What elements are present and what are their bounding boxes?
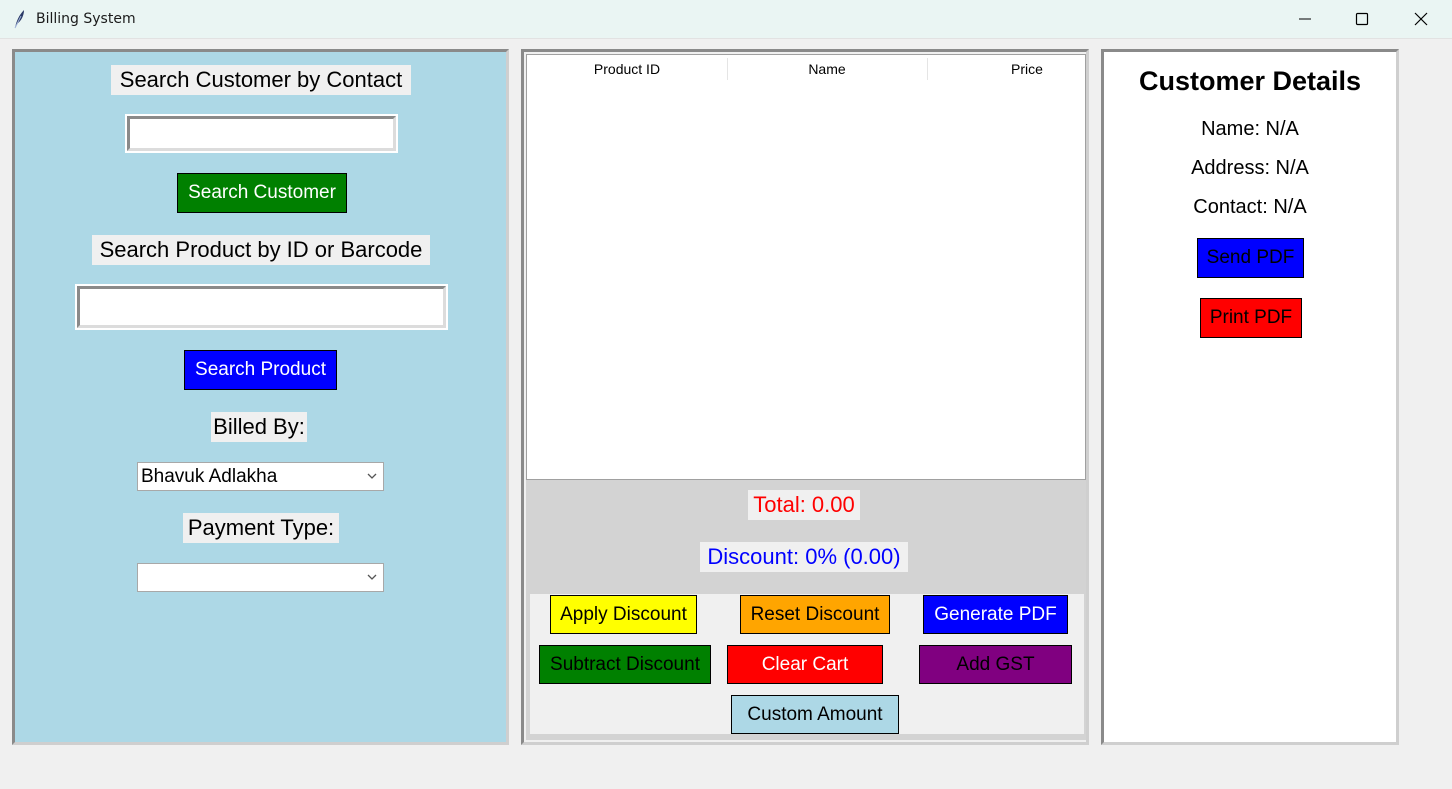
product-search-label: Search Product by ID or Barcode bbox=[92, 235, 430, 265]
contact-search-input[interactable] bbox=[125, 114, 398, 153]
minimize-icon bbox=[1299, 18, 1311, 20]
search-customer-button[interactable]: Search Customer bbox=[177, 173, 347, 213]
total-label: Total: 0.00 bbox=[748, 490, 860, 520]
minimize-button[interactable] bbox=[1276, 0, 1334, 38]
search-product-button[interactable]: Search Product bbox=[184, 350, 337, 390]
payment-type-label: Payment Type: bbox=[183, 513, 339, 543]
column-header-product-id[interactable]: Product ID bbox=[527, 61, 727, 77]
action-buttons: Apply Discount Reset Discount Generate P… bbox=[530, 594, 1084, 734]
maximize-button[interactable] bbox=[1333, 0, 1391, 38]
discount-label: Discount: 0% (0.00) bbox=[700, 542, 908, 572]
chevron-down-icon bbox=[367, 574, 377, 580]
generate-pdf-button[interactable]: Generate PDF bbox=[923, 595, 1068, 634]
title-bar: Billing System bbox=[0, 0, 1452, 39]
billed-by-value: Bhavuk Adlakha bbox=[141, 466, 278, 487]
cart-panel: Product ID Name Price Total: 0.00 Discou… bbox=[521, 49, 1089, 745]
clear-cart-button[interactable]: Clear Cart bbox=[727, 645, 883, 684]
close-icon bbox=[1414, 12, 1428, 26]
send-pdf-button[interactable]: Send PDF bbox=[1197, 238, 1304, 278]
customer-details-heading: Customer Details bbox=[1138, 66, 1362, 96]
customer-name: Name: N/A bbox=[1201, 118, 1299, 140]
subtract-discount-button[interactable]: Subtract Discount bbox=[539, 645, 711, 684]
reset-discount-button[interactable]: Reset Discount bbox=[740, 595, 890, 634]
search-panel: Search Customer by Contact Search Custom… bbox=[12, 49, 509, 745]
customer-details-panel: Customer Details Name: N/A Address: N/A … bbox=[1101, 49, 1399, 745]
feather-icon bbox=[14, 10, 24, 29]
column-header-price[interactable]: Price bbox=[927, 61, 1127, 77]
billed-by-label: Billed By: bbox=[211, 412, 307, 442]
totals-area: Total: 0.00 Discount: 0% (0.00) Apply Di… bbox=[526, 480, 1086, 740]
close-button[interactable] bbox=[1392, 0, 1450, 38]
print-pdf-button[interactable]: Print PDF bbox=[1200, 298, 1302, 338]
add-gst-button[interactable]: Add GST bbox=[919, 645, 1072, 684]
chevron-down-icon bbox=[367, 473, 377, 479]
billed-by-dropdown[interactable]: Bhavuk Adlakha bbox=[137, 462, 384, 491]
custom-amount-button[interactable]: Custom Amount bbox=[731, 695, 899, 734]
cart-table[interactable]: Product ID Name Price bbox=[526, 54, 1086, 480]
apply-discount-button[interactable]: Apply Discount bbox=[550, 595, 697, 634]
customer-contact: Contact: N/A bbox=[1193, 196, 1307, 218]
maximize-icon bbox=[1355, 12, 1369, 26]
window-title: Billing System bbox=[36, 11, 136, 27]
column-header-name[interactable]: Name bbox=[727, 61, 927, 77]
contact-search-label: Search Customer by Contact bbox=[111, 65, 411, 95]
customer-address: Address: N/A bbox=[1191, 157, 1309, 179]
payment-type-dropdown[interactable] bbox=[137, 563, 384, 592]
product-search-input[interactable] bbox=[75, 284, 448, 330]
